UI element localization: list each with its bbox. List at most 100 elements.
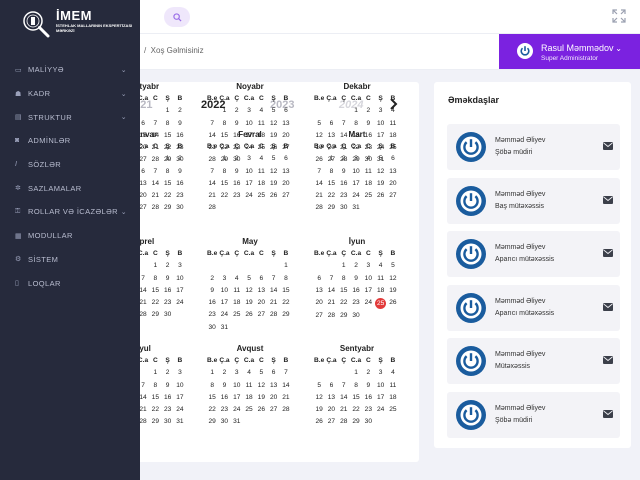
calendar-day[interactable]: 28 [280, 405, 292, 415]
calendar-day[interactable]: 19 [243, 298, 255, 308]
calendar-day[interactable]: 22 [338, 298, 350, 308]
calendar-day[interactable]: 30 [174, 203, 186, 213]
calendar-day[interactable]: 12 [374, 167, 386, 177]
calendar-day[interactable]: 20 [313, 298, 325, 308]
calendar-day[interactable]: 1 [350, 106, 362, 116]
calendar-day[interactable]: 23 [218, 405, 230, 415]
calendar-day[interactable]: 17 [350, 179, 362, 189]
calendar-day[interactable]: 18 [362, 179, 374, 189]
calendar-day[interactable]: 12 [243, 286, 255, 296]
close-sidebar-button[interactable]: ✕ [145, 4, 159, 18]
calendar-day[interactable]: 15 [149, 286, 161, 296]
calendar-day[interactable]: 22 [325, 191, 337, 201]
calendar-day[interactable]: 28 [206, 203, 218, 213]
calendar-day[interactable]: 17 [174, 286, 186, 296]
calendar-day[interactable]: 8 [325, 167, 337, 177]
calendar-day[interactable]: 21 [338, 405, 350, 415]
calendar-day[interactable]: 10 [174, 381, 186, 391]
calendar-day[interactable]: 21 [206, 143, 218, 153]
calendar-day[interactable]: 24 [350, 191, 362, 201]
sidebar-item-kadr[interactable]: ☗ KADR ⌄ [0, 82, 140, 106]
calendar-day[interactable]: 27 [387, 191, 399, 201]
calendar-day[interactable]: 24 [174, 298, 186, 308]
calendar-day[interactable]: 26 [267, 191, 279, 201]
calendar-day[interactable]: 7 [325, 274, 337, 284]
calendar-day[interactable]: 27 [255, 310, 267, 320]
calendar-day[interactable]: 29 [280, 310, 292, 320]
calendar-day[interactable]: 3 [231, 368, 243, 378]
calendar-day[interactable]: 8 [206, 381, 218, 391]
calendar-day[interactable]: 12 [313, 131, 325, 141]
calendar-day[interactable]: 29 [325, 203, 337, 213]
calendar-day[interactable]: 10 [243, 119, 255, 129]
calendar-day[interactable]: 4 [255, 106, 267, 116]
calendar-day[interactable]: 30 [218, 417, 230, 427]
calendar-day[interactable]: 21 [149, 143, 161, 153]
calendar-day[interactable]: 23 [350, 298, 362, 308]
calendar-day[interactable]: 19 [267, 179, 279, 189]
calendar-day[interactable]: 30 [231, 155, 243, 165]
calendar-day-today[interactable]: 25 [375, 298, 387, 310]
calendar-day[interactable]: 20 [255, 298, 267, 308]
calendar-day[interactable]: 29 [218, 155, 230, 165]
calendar-day[interactable]: 12 [267, 167, 279, 177]
calendar-day[interactable]: 24 [243, 191, 255, 201]
calendar-day[interactable]: 6 [255, 274, 267, 284]
calendar-day[interactable]: 9 [218, 381, 230, 391]
calendar-day[interactable]: 5 [313, 381, 325, 391]
calendar-day[interactable]: 27 [325, 155, 337, 165]
calendar-day[interactable]: 28 [149, 155, 161, 165]
calendar-day[interactable]: 9 [161, 274, 173, 284]
calendar-day[interactable]: 15 [350, 393, 362, 403]
calendar-day[interactable]: 15 [280, 286, 292, 296]
calendar-day[interactable]: 28 [338, 417, 350, 427]
calendar-day[interactable]: 18 [387, 131, 399, 141]
calendar-day[interactable]: 29 [206, 417, 218, 427]
breadcrumb-item[interactable]: Xoş Gəlmisiniz [151, 46, 204, 55]
calendar-day[interactable]: 14 [206, 131, 218, 141]
calendar-day[interactable]: 9 [362, 119, 374, 129]
calendar-day[interactable]: 11 [255, 119, 267, 129]
calendar-day[interactable]: 10 [350, 167, 362, 177]
calendar-day[interactable]: 26 [255, 405, 267, 415]
calendar-day[interactable]: 11 [231, 286, 243, 296]
calendar-day[interactable]: 10 [374, 381, 386, 391]
calendar-day[interactable]: 25 [362, 191, 374, 201]
fullscreen-icon[interactable] [612, 9, 626, 23]
calendar-day[interactable]: 20 [280, 131, 292, 141]
calendar-day[interactable]: 31 [231, 417, 243, 427]
calendar-day[interactable]: 18 [231, 298, 243, 308]
calendar-day[interactable]: 14 [338, 131, 350, 141]
calendar-day[interactable]: 20 [387, 179, 399, 189]
calendar-day[interactable]: 10 [218, 286, 230, 296]
calendar-day[interactable]: 2 [161, 368, 173, 378]
calendar-day[interactable]: 29 [161, 203, 173, 213]
envelope-icon[interactable] [603, 249, 613, 257]
calendar-day[interactable]: 13 [255, 286, 267, 296]
envelope-icon[interactable] [603, 142, 613, 150]
calendar-day[interactable]: 17 [174, 393, 186, 403]
calendar-day[interactable]: 2 [161, 261, 173, 271]
calendar-day[interactable]: 16 [362, 131, 374, 141]
calendar-day[interactable]: 20 [267, 393, 279, 403]
calendar-day[interactable]: 25 [231, 310, 243, 320]
calendar-day[interactable]: 22 [350, 143, 362, 153]
calendar-day[interactable]: 21 [206, 191, 218, 201]
calendar-day[interactable]: 1 [280, 261, 292, 271]
calendar-day[interactable]: 31 [350, 203, 362, 213]
calendar-day[interactable]: 30 [161, 310, 173, 320]
calendar-day[interactable]: 8 [218, 167, 230, 177]
calendar-day[interactable]: 13 [267, 381, 279, 391]
calendar-day[interactable]: 6 [325, 381, 337, 391]
envelope-icon[interactable] [603, 356, 613, 364]
calendar-day[interactable]: 26 [387, 298, 399, 308]
calendar-day[interactable]: 11 [255, 167, 267, 177]
calendar-day[interactable]: 23 [231, 191, 243, 201]
calendar-day[interactable]: 30 [206, 323, 218, 333]
calendar-day[interactable]: 24 [218, 310, 230, 320]
calendar-day[interactable]: 28 [149, 203, 161, 213]
calendar-day[interactable]: 4 [374, 261, 386, 271]
calendar-day[interactable]: 10 [174, 274, 186, 284]
employee-item[interactable]: Məmməd Əliyev Şöbə müdiri [447, 391, 620, 438]
calendar-day[interactable]: 3 [374, 106, 386, 116]
